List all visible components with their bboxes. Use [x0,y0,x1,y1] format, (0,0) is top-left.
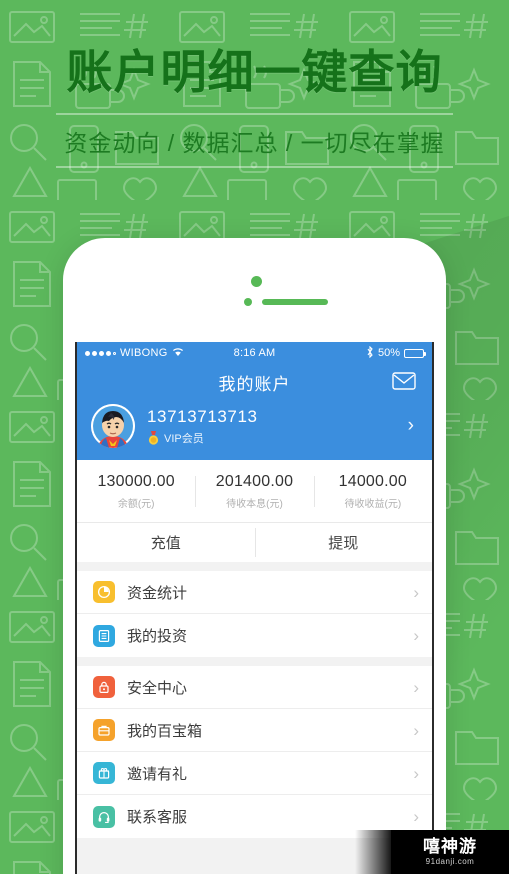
earpiece-speaker [262,299,328,305]
stat-label: 余额(元) [117,499,155,510]
watermark-title: 嘻神游 [423,837,477,856]
stat-balance: 130000.00 余额(元) [77,473,195,510]
menu-item-label: 我的投资 [127,628,188,645]
watermark-url: 91danji.com [425,857,475,866]
stat-pending-earnings: 14000.00 待收收益(元) [313,473,432,510]
menu-item-label: 我的百宝箱 [127,722,203,740]
battery-percent-label: 50% [377,347,401,359]
app-header: 我的账户 13713713713 VIP会员 › [77,364,432,460]
recharge-button[interactable]: 充值 [77,523,255,562]
navigation-bar: 我的账户 [77,364,432,400]
chevron-right-icon: › [413,807,419,826]
menu-item-invite-rewards[interactable]: 邀请有礼 › [77,752,432,795]
phone-top-bezel [63,238,446,342]
medal-icon [147,430,160,445]
subtitle-rule-box: 资金动向 / 数据汇总 / 一切尽在掌握 [56,112,453,168]
phone-screen: WIBONG 8:16 AM 50% 我的账户 13713713713 VIP会… [75,342,434,874]
page-subtitle: 资金动向 / 数据汇总 / 一切尽在掌握 [64,129,445,156]
status-bar-time: 8:16 AM [233,347,276,359]
stat-value: 130000.00 [97,473,175,490]
status-bar: WIBONG 8:16 AM 50% [77,342,432,364]
phone-number-label: 13713713713 [147,406,258,426]
profile-row[interactable]: 13713713713 VIP会员 › [77,400,432,460]
watermark: 嘻神游 91danji.com [355,830,509,874]
carrier-label: WIBONG [120,347,168,359]
promo-text-block: 账户明细一键查询 资金动向 / 数据汇总 / 一切尽在掌握 [0,46,509,168]
gift-icon [93,762,115,784]
stat-principal-interest: 201400.00 待收本息(元) [195,473,313,510]
chevron-right-icon: › [413,763,419,783]
vip-line: VIP会员 [147,430,408,446]
group-separator [77,657,432,666]
group-separator [77,562,432,571]
mail-icon[interactable] [392,372,416,390]
menu-item-fund-statistics[interactable]: 资金统计 › [77,571,432,614]
stats-row: 130000.00 余额(元) 201400.00 待收本息(元) 14000.… [77,460,432,522]
menu-group-2: 安全中心 › 我的百宝箱 › 邀请有礼 › 联系客服 › [77,666,432,838]
chevron-right-icon: › [413,582,419,602]
menu-item-security-center[interactable]: 安全中心 › [77,666,432,709]
stat-label: 待收收益(元) [344,499,402,510]
document-icon [93,624,115,647]
front-camera-icon [251,276,262,287]
chevron-right-icon: › [413,626,419,645]
nav-title: 我的账户 [218,374,291,394]
menu-item-label: 联系客服 [127,809,188,826]
menu-item-label: 安全中心 [127,679,188,697]
status-bar-left: WIBONG [85,347,234,360]
vip-label: VIP会员 [164,432,204,445]
menu-item-my-investment[interactable]: 我的投资 › [77,614,432,657]
profile-text: 13713713713 VIP会员 [147,407,408,446]
withdraw-button[interactable]: 提现 [254,523,433,562]
menu-group-1: 资金统计 › 我的投资 › [77,571,432,657]
avatar[interactable] [91,404,135,448]
headset-icon [93,805,115,828]
phone-mockup: WIBONG 8:16 AM 50% 我的账户 13713713713 VIP会… [63,238,446,874]
actions-row: 充值 提现 [77,522,432,562]
signal-strength-icon [85,350,116,356]
stat-value: 14000.00 [338,473,407,490]
menu-item-label: 邀请有礼 [127,765,188,783]
wifi-icon [172,347,184,360]
lock-icon [93,676,115,698]
briefcase-icon [93,719,115,741]
chevron-right-icon: › [413,720,419,740]
menu-item-label: 资金统计 [127,584,188,602]
battery-icon [404,348,427,358]
proximity-sensor-icon [244,298,252,306]
pie-chart-icon [93,581,115,603]
status-bar-right: 50% [275,345,427,361]
stat-label: 待收本息(元) [226,499,283,510]
bluetooth-icon [366,345,374,361]
chevron-right-icon[interactable]: › [408,415,414,437]
page-title: 账户明细一键查询 [66,46,443,98]
chevron-right-icon: › [413,677,419,697]
menu-item-my-treasure-box[interactable]: 我的百宝箱 › [77,709,432,752]
promo-poster: 账户明细一键查询 资金动向 / 数据汇总 / 一切尽在掌握 WIBONG 8:1… [0,0,509,874]
stat-value: 201400.00 [215,473,294,490]
